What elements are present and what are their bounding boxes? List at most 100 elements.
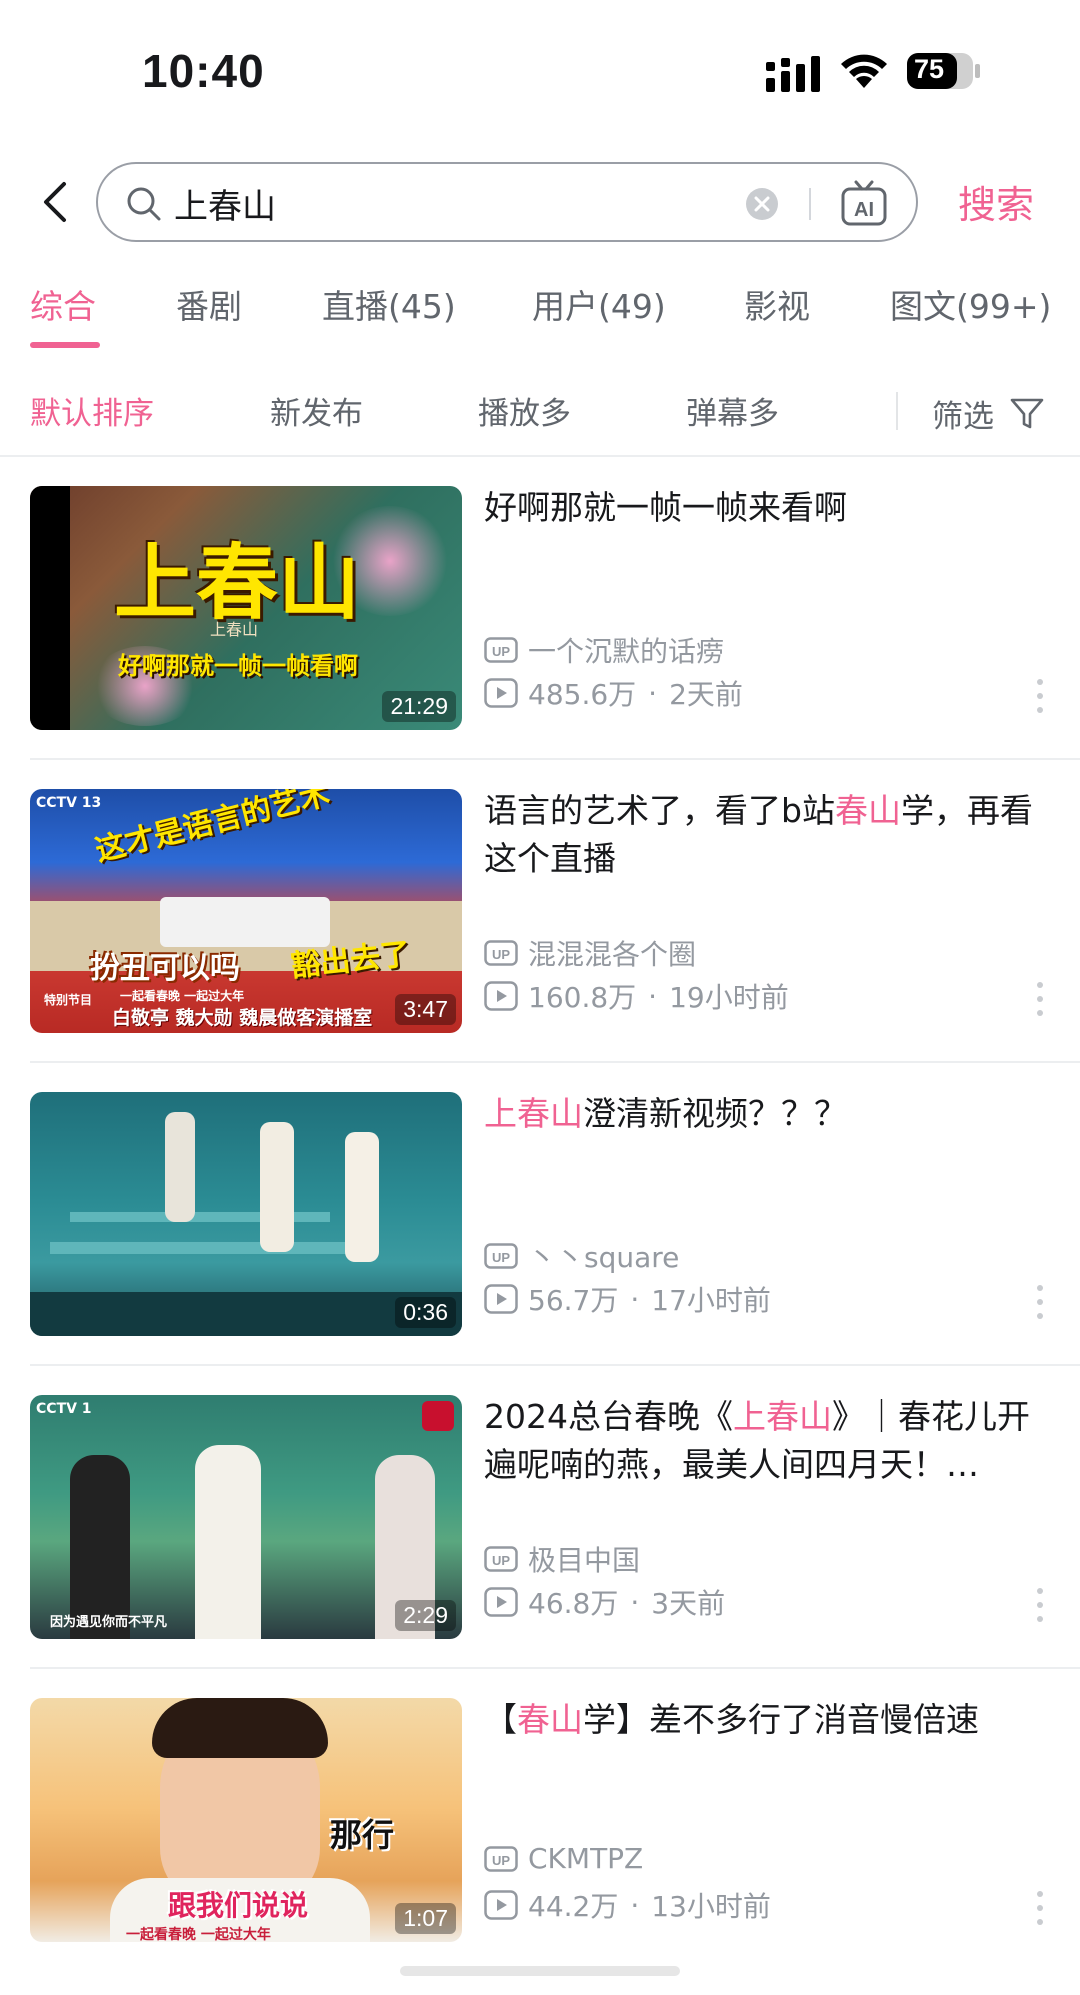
search-input[interactable] xyxy=(174,174,734,232)
title-text: 澄清新视频？？？ xyxy=(583,1094,847,1133)
more-options-icon[interactable] xyxy=(1030,979,1050,1019)
up-badge-icon: UP xyxy=(484,637,518,663)
more-options-icon[interactable] xyxy=(1030,1888,1050,1928)
title-text: 语言的艺术了，看了b站 xyxy=(484,791,835,830)
up-badge-icon: UP xyxy=(484,1243,518,1269)
active-tab-indicator xyxy=(30,342,100,348)
svg-text:UP: UP xyxy=(492,1250,510,1265)
thumbnail-caption: 特别节目 xyxy=(44,993,93,1007)
clear-icon[interactable] xyxy=(744,186,780,222)
thumbnail-caption: 一起看春晚 一起过大年 xyxy=(126,1927,271,1942)
title-text: 好啊那就一帧一帧来看啊 xyxy=(484,488,847,527)
tab-users[interactable]: 用户(49) xyxy=(532,280,666,328)
thumbnail-caption: 扮丑可以吗 xyxy=(90,951,240,986)
view-count: 485.6万 xyxy=(528,678,637,711)
more-options-icon[interactable] xyxy=(1030,1282,1050,1322)
thumbnail-caption: 因为遇见你而不平凡 xyxy=(50,1615,168,1630)
tab-bangumi[interactable]: 番剧 xyxy=(176,280,242,328)
uploader-name: CKMTPZ xyxy=(528,1842,644,1875)
meta-separator: · xyxy=(630,1282,640,1316)
more-options-icon[interactable] xyxy=(1030,1585,1050,1625)
tab-live[interactable]: 直播(45) xyxy=(322,280,456,328)
tab-movies[interactable]: 影视 xyxy=(744,280,810,328)
video-stats: 56.7万 · 17小时前 xyxy=(484,1279,771,1319)
svg-text:UP: UP xyxy=(492,644,510,659)
title-highlight: 上春山 xyxy=(484,1094,583,1133)
video-uploader[interactable]: UP 一个沉默的话痨 xyxy=(484,630,724,670)
filter-label: 筛选 xyxy=(932,398,994,435)
header-divider xyxy=(0,455,1080,457)
item-divider xyxy=(30,1667,1080,1669)
video-thumbnail[interactable]: CCTV 1 因为遇见你而不平凡 2:29 xyxy=(30,1395,462,1639)
sort-most-played[interactable]: 播放多 xyxy=(478,388,571,433)
video-title[interactable]: 【春山学】差不多行了消音慢倍速 xyxy=(484,1696,1050,1744)
uploader-name: 一个沉默的话痨 xyxy=(528,635,725,668)
video-uploader[interactable]: UP 丶丶square xyxy=(484,1236,679,1276)
thumbnail-caption: 那行 xyxy=(330,1816,395,1854)
search-box[interactable]: AI xyxy=(96,162,918,242)
svg-text:UP: UP xyxy=(492,1853,510,1868)
sort-divider xyxy=(896,392,898,430)
video-thumbnail[interactable]: 那行 跟我们说说 一起看春晚 一起过大年 1:07 xyxy=(30,1698,462,1942)
video-card[interactable]: CCTV 13 这才是语言的艺术 扮丑可以吗 豁出去了 特别节目 一起看春晚 一… xyxy=(0,761,1080,1063)
video-title[interactable]: 上春山澄清新视频？？？ xyxy=(484,1090,1050,1138)
publish-time: 3天前 xyxy=(651,1587,726,1620)
meta-separator: · xyxy=(630,1888,640,1922)
ai-assistant-icon[interactable]: AI xyxy=(840,178,888,228)
home-indicator[interactable] xyxy=(400,1966,680,1976)
video-card[interactable]: CCTV 1 因为遇见你而不平凡 2:29 2024总台春晚《上春山》｜春花儿开… xyxy=(0,1367,1080,1669)
thumbnail-caption: 这才是语言的艺术 xyxy=(91,789,334,869)
title-highlight: 上春山 xyxy=(732,1397,832,1436)
sort-most-danmaku[interactable]: 弹幕多 xyxy=(686,388,779,433)
uploader-name: 极目中国 xyxy=(528,1544,641,1577)
title-highlight: 春山 xyxy=(834,791,901,830)
item-divider xyxy=(30,758,1080,760)
play-count-icon xyxy=(484,981,518,1011)
publish-time: 19小时前 xyxy=(669,981,789,1014)
result-type-tabs: 综合 番剧 直播(45) 用户(49) 影视 图文(99+) xyxy=(0,280,1080,350)
channel-logo: CCTV 13 xyxy=(36,795,102,811)
video-title[interactable]: 2024总台春晚《上春山》｜春花儿开遍呢喃的燕，最美人间四月天！… xyxy=(484,1393,1050,1489)
more-options-icon[interactable] xyxy=(1030,676,1050,716)
sort-default[interactable]: 默认排序 xyxy=(30,388,154,433)
tab-articles[interactable]: 图文(99+) xyxy=(890,280,1051,328)
meta-separator: · xyxy=(648,979,658,1013)
video-card[interactable]: 那行 跟我们说说 一起看春晚 一起过大年 1:07 【春山学】差不多行了消音慢倍… xyxy=(0,1670,1080,1972)
battery-icon: 75 xyxy=(906,52,982,90)
video-title[interactable]: 语言的艺术了，看了b站春山学，再看这个直播 xyxy=(484,787,1050,883)
thumbnail-caption: 白敬亭 魏大勋 魏晨做客演播室 xyxy=(112,1007,373,1029)
video-stats: 485.6万 · 2天前 xyxy=(484,673,743,713)
video-duration: 21:29 xyxy=(382,691,456,722)
video-uploader[interactable]: UP 极目中国 xyxy=(484,1539,640,1579)
video-title[interactable]: 好啊那就一帧一帧来看啊 xyxy=(484,484,1050,532)
video-thumbnail[interactable]: 上春山 上春山 好啊那就一帧一帧看啊 21:29 xyxy=(30,486,462,730)
video-card[interactable]: 上春山 上春山 好啊那就一帧一帧看啊 21:29 好啊那就一帧一帧来看啊 UP … xyxy=(0,458,1080,760)
video-thumbnail[interactable]: 0:36 xyxy=(30,1092,462,1336)
video-thumbnail[interactable]: CCTV 13 这才是语言的艺术 扮丑可以吗 豁出去了 特别节目 一起看春晚 一… xyxy=(30,789,462,1033)
sort-bar: 默认排序 新发布 播放多 弹幕多 筛选 xyxy=(0,380,1080,450)
item-divider xyxy=(30,1061,1080,1063)
play-count-icon xyxy=(484,1284,518,1314)
status-time: 10:40 xyxy=(142,45,265,97)
up-badge-icon: UP xyxy=(484,1546,518,1572)
video-duration: 0:36 xyxy=(395,1297,456,1328)
video-stats: 160.8万 · 19小时前 xyxy=(484,976,789,1016)
channel-logo: CCTV 1 xyxy=(36,1401,92,1417)
title-text: 学】差不多行了消音慢倍速 xyxy=(583,1700,979,1739)
tab-all[interactable]: 综合 xyxy=(30,280,96,328)
sort-newest[interactable]: 新发布 xyxy=(270,388,363,433)
video-duration: 3:47 xyxy=(395,994,456,1025)
search-button[interactable]: 搜索 xyxy=(958,174,1034,229)
wifi-icon xyxy=(841,54,887,88)
video-card[interactable]: 0:36 上春山澄清新视频？？？ UP 丶丶square 56.7万 · 17小… xyxy=(0,1064,1080,1366)
back-icon[interactable] xyxy=(32,170,76,234)
video-duration: 2:29 xyxy=(395,1600,456,1631)
status-bar: 10:40 75 xyxy=(0,0,1080,140)
up-badge-icon: UP xyxy=(484,940,518,966)
play-count-icon xyxy=(484,1587,518,1617)
video-uploader[interactable]: UP 混混混各个圈 xyxy=(484,933,696,973)
filter-button[interactable]: 筛选 xyxy=(932,388,1046,438)
video-duration: 1:07 xyxy=(395,1903,456,1934)
video-uploader[interactable]: UP CKMTPZ xyxy=(484,1842,643,1875)
title-text: 【 xyxy=(484,1700,517,1739)
